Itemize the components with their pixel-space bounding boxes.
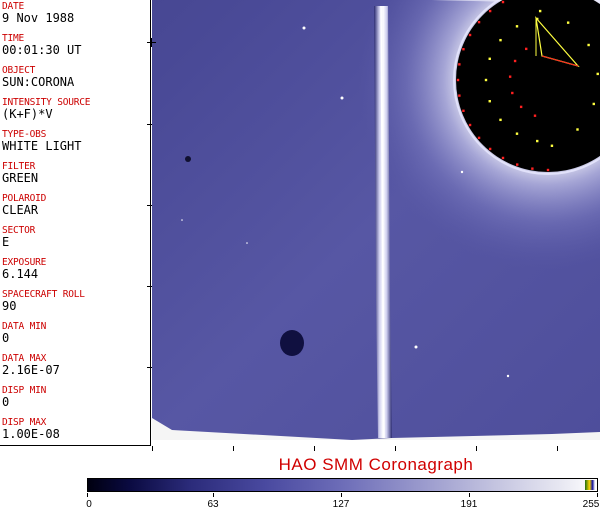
metadata-value: GREEN bbox=[2, 171, 39, 185]
tick-mark bbox=[476, 446, 477, 451]
limb-marker bbox=[468, 123, 472, 127]
metadata-panel: DATE 9 Nov 1988 TIME 00:01:30 UT OBJECT SUN:C… bbox=[0, 0, 151, 446]
metadata-field: INTENSITY SOURCE (K+F)*V bbox=[2, 98, 150, 121]
limb-marker bbox=[477, 136, 481, 140]
tick-mark bbox=[314, 446, 315, 451]
limb-marker bbox=[488, 100, 491, 103]
metadata-field: FILTER GREEN bbox=[2, 162, 150, 185]
metadata-value: 1.00E-08 bbox=[2, 427, 60, 441]
limb-marker bbox=[468, 33, 472, 37]
instrument-title: HAO SMM Coronagraph bbox=[278, 455, 474, 474]
metadata-field: DISP MIN 0 bbox=[2, 386, 150, 409]
limb-marker bbox=[501, 156, 505, 160]
tick-mark bbox=[151, 38, 152, 47]
metadata-value: SUN:CORONA bbox=[2, 75, 75, 89]
tick-mark bbox=[147, 205, 152, 206]
metadata-value: (K+F)*V bbox=[2, 107, 53, 121]
dark-spot bbox=[280, 330, 304, 356]
colorbar-tick-label: 0 bbox=[86, 499, 92, 510]
colorbar-tick bbox=[213, 493, 214, 497]
metadata-label: DATA MIN bbox=[2, 321, 47, 332]
metadata-label: SECTOR bbox=[2, 225, 36, 236]
metadata-field: TIME 00:01:30 UT bbox=[2, 34, 150, 57]
metadata-value: 9 Nov 1988 bbox=[2, 11, 75, 25]
colorbar-tick-label: 63 bbox=[207, 499, 219, 510]
limb-marker bbox=[536, 17, 539, 21]
limb-marker bbox=[515, 25, 519, 28]
metadata-field: EXPOSURE 6.144 bbox=[2, 258, 150, 281]
metadata-field: DATE 9 Nov 1988 bbox=[2, 2, 150, 25]
metadata-label: SPACECRAFT ROLL bbox=[2, 289, 85, 300]
limb-marker bbox=[536, 139, 539, 143]
limb-marker bbox=[477, 20, 481, 24]
metadata-field: OBJECT SUN:CORONA bbox=[2, 66, 150, 89]
metadata-field: DISP MAX 1.00E-08 bbox=[2, 418, 150, 441]
limb-marker bbox=[499, 38, 502, 42]
limb-marker bbox=[519, 105, 523, 109]
metadata-value: 2.16E-07 bbox=[2, 363, 60, 377]
limb-marker bbox=[488, 147, 492, 151]
metadata-field: TYPE-OBS WHITE LIGHT bbox=[2, 130, 150, 153]
limb-marker bbox=[538, 9, 542, 13]
metadata-value: 90 bbox=[2, 299, 17, 313]
metadata-value: E bbox=[2, 235, 10, 249]
limb-marker bbox=[596, 72, 599, 76]
colorbar-tick-label: 127 bbox=[332, 499, 350, 510]
limb-marker bbox=[550, 144, 554, 147]
limb-marker bbox=[488, 57, 491, 60]
metadata-field: SPACECRAFT ROLL 90 bbox=[2, 290, 150, 313]
limb-marker bbox=[499, 118, 502, 122]
metadata-value: 0 bbox=[2, 395, 10, 409]
metadata-field: SECTOR E bbox=[2, 226, 150, 249]
limb-marker bbox=[488, 9, 492, 13]
colorbar-tick bbox=[469, 493, 470, 497]
colorbar-tick bbox=[597, 493, 598, 497]
limb-marker bbox=[458, 94, 461, 97]
limb-marker bbox=[484, 78, 488, 82]
metadata-value: CLEAR bbox=[2, 203, 39, 217]
limb-marker bbox=[462, 109, 465, 112]
tick-mark bbox=[147, 286, 152, 287]
limb-marker bbox=[462, 48, 465, 51]
metadata-field: DATA MIN 0 bbox=[2, 322, 150, 345]
limb-marker bbox=[546, 168, 550, 172]
limb-marker bbox=[456, 78, 460, 82]
limb-marker bbox=[531, 167, 534, 170]
colorbar-tick-label: 191 bbox=[460, 499, 478, 510]
corona-image-svg bbox=[152, 0, 600, 440]
limb-marker bbox=[515, 132, 519, 135]
tick-mark bbox=[152, 446, 153, 451]
metadata-field: POLAROID CLEAR bbox=[2, 194, 150, 217]
metadata-label: DISP MIN bbox=[2, 385, 47, 396]
tick-mark bbox=[147, 367, 152, 368]
colorbar-cap bbox=[585, 480, 595, 490]
limb-marker bbox=[592, 102, 595, 106]
limb-marker bbox=[501, 0, 505, 4]
tick-mark bbox=[147, 124, 152, 125]
metadata-field: DATA MAX 2.16E-07 bbox=[2, 354, 150, 377]
limb-marker bbox=[566, 21, 570, 24]
limb-marker bbox=[513, 59, 517, 63]
colorbar-tick bbox=[341, 493, 342, 497]
metadata-value: 0 bbox=[2, 331, 10, 345]
tick-mark bbox=[557, 446, 558, 451]
colorbar-tick bbox=[87, 493, 88, 497]
tick-mark bbox=[233, 446, 234, 451]
colorbar bbox=[87, 478, 598, 492]
limb-marker bbox=[576, 128, 579, 131]
metadata-value: 6.144 bbox=[2, 267, 39, 281]
tick-mark bbox=[395, 446, 396, 451]
limb-marker bbox=[525, 47, 528, 51]
metadata-value: 00:01:30 UT bbox=[2, 43, 82, 57]
limb-marker bbox=[587, 43, 590, 47]
metadata-value: WHITE LIGHT bbox=[2, 139, 82, 153]
limb-marker bbox=[533, 114, 537, 117]
limb-marker bbox=[516, 163, 519, 166]
limb-marker bbox=[511, 91, 514, 95]
colorbar-tick-label: 255 bbox=[582, 499, 600, 510]
coronagraph-image bbox=[152, 0, 600, 446]
limb-marker bbox=[508, 75, 512, 78]
limb-marker bbox=[458, 63, 461, 66]
